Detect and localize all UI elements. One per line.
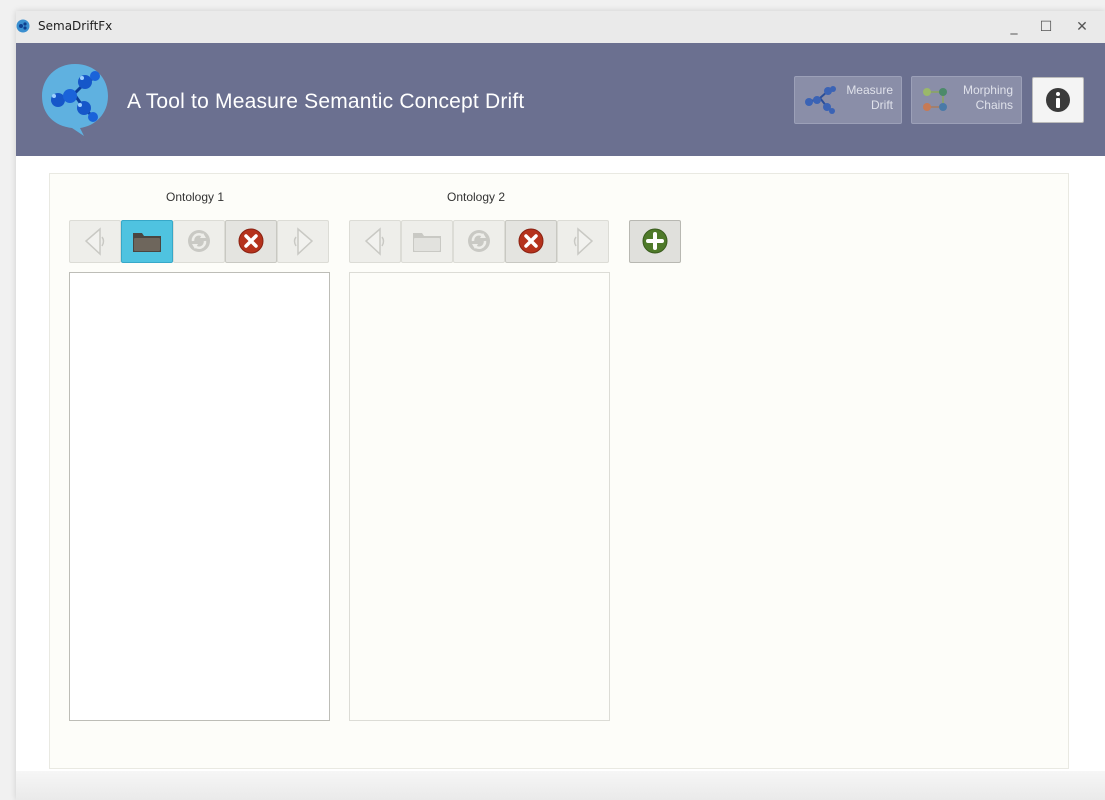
ontology2-delete-button[interactable]	[505, 220, 557, 263]
app-title: A Tool to Measure Semantic Concept Drift	[127, 90, 525, 113]
ontology2-list[interactable]	[349, 272, 610, 721]
add-icon	[642, 228, 668, 254]
ontology1-next-button[interactable]	[277, 220, 329, 263]
info-icon	[1046, 88, 1070, 112]
folder-icon	[413, 233, 441, 252]
ontology2-next-button[interactable]	[557, 220, 609, 263]
measure-drift-button[interactable]: Measure Drift	[794, 76, 902, 124]
refresh-icon	[468, 230, 490, 252]
maximize-button[interactable]: ☐	[1031, 15, 1061, 39]
measure-drift-label: Measure Drift	[846, 83, 893, 112]
window-title: SemaDriftFx	[38, 19, 113, 33]
folder-icon	[133, 233, 161, 252]
app-header: A Tool to Measure Semantic Concept Drift…	[16, 43, 1105, 156]
info-button[interactable]	[1032, 77, 1084, 123]
ontology1-delete-button[interactable]	[225, 220, 277, 263]
ontology2-label: Ontology 2	[447, 190, 506, 204]
morphing-chains-label: Morphing Chains	[962, 83, 1013, 112]
ontology1-previous-button[interactable]	[69, 220, 121, 263]
minimize-button[interactable]: _	[999, 15, 1029, 39]
ontology2-refresh-button[interactable]	[453, 220, 505, 263]
previous-icon	[84, 227, 105, 256]
delete-icon	[238, 228, 264, 254]
previous-icon	[364, 227, 385, 256]
status-bar	[16, 771, 1105, 800]
ontology2-previous-button[interactable]	[349, 220, 401, 263]
ontology2-open-folder-button[interactable]	[401, 220, 453, 263]
title-bar: SemaDriftFx _ ☐ ✕	[16, 11, 1105, 43]
main-content: Ontology 1 Ontology 2	[49, 173, 1069, 769]
morphing-chains-icon	[923, 88, 947, 111]
semadrift-logo-icon	[42, 64, 108, 136]
ontology1-list[interactable]	[69, 272, 330, 721]
ontology1-open-folder-button[interactable]	[121, 220, 173, 263]
delete-icon	[518, 228, 544, 254]
next-icon	[293, 227, 314, 256]
next-icon	[573, 227, 594, 256]
ontology1-refresh-button[interactable]	[173, 220, 225, 263]
app-icon	[16, 19, 30, 33]
refresh-icon	[188, 230, 210, 252]
morphing-chains-button[interactable]: Morphing Chains	[911, 76, 1022, 124]
add-ontology-button[interactable]	[629, 220, 681, 263]
close-button[interactable]: ✕	[1067, 15, 1097, 39]
measure-drift-icon	[805, 86, 836, 114]
ontology1-label: Ontology 1	[166, 190, 225, 204]
app-window: SemaDriftFx _ ☐ ✕ A Tool to Measure Sema…	[16, 11, 1105, 800]
